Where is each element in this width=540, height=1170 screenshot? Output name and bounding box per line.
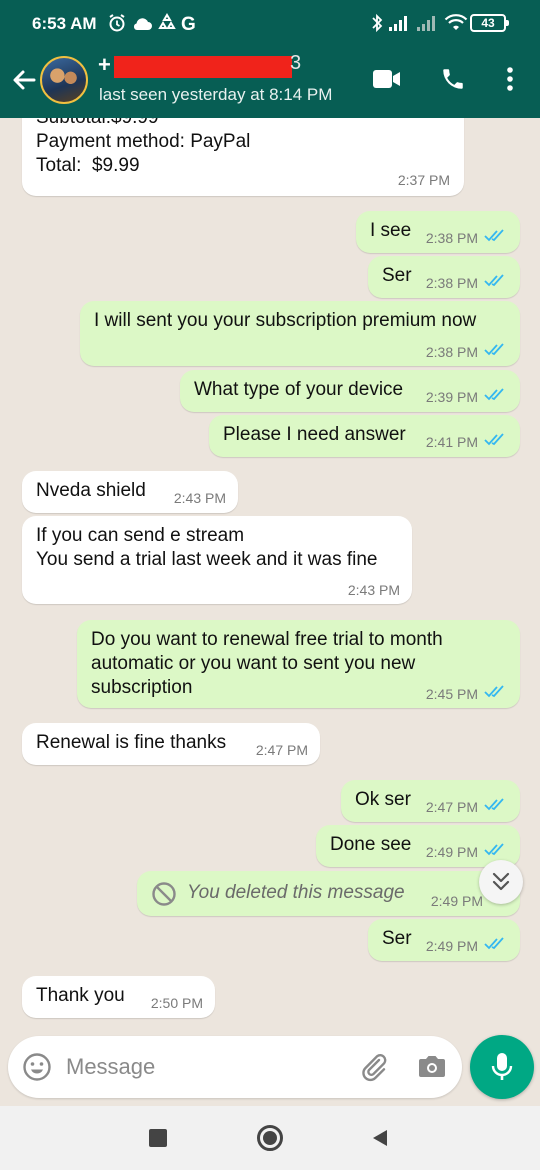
video-call-icon[interactable] — [372, 68, 402, 90]
message-text: I see — [370, 220, 412, 241]
message-time: 2:38 PM — [425, 344, 478, 360]
message-bubble[interactable]: What type of your device 2:39 PM — [180, 370, 520, 412]
message-text: Subtotal:$9.99 Payment method: PayPal To… — [36, 118, 251, 176]
read-receipt-icon — [484, 433, 504, 446]
read-receipt-icon — [484, 229, 504, 242]
read-receipt-icon — [484, 843, 504, 856]
message-time: 2:49 PM — [425, 844, 478, 860]
cloud-icon — [133, 18, 152, 30]
message-bubble[interactable]: Ser 2:49 PM — [368, 919, 520, 961]
contact-name-tail: 3 — [290, 52, 302, 74]
system-nav-bar — [0, 1106, 540, 1170]
google-icon: G — [181, 14, 196, 33]
app-bar: + 3 last seen yesterday at 8:14 PM — [0, 46, 540, 118]
message-text: Please I need answer — [223, 424, 406, 445]
read-receipt-icon — [484, 343, 504, 356]
message-text: Ok ser — [355, 789, 411, 810]
message-text: Done see — [330, 834, 412, 855]
mic-button[interactable] — [470, 1035, 534, 1099]
message-text: What type of your device — [194, 379, 404, 400]
message-time: 2:37 PM — [397, 172, 450, 188]
message-text: You deleted this message — [187, 882, 405, 903]
message-bubble[interactable]: Do you want to renewal free trial to mon… — [77, 620, 520, 708]
bluetooth-icon — [372, 13, 383, 33]
status-time: 6:53 AM — [32, 14, 97, 33]
nav-back-icon[interactable] — [371, 1128, 389, 1148]
signal-icon-2 — [417, 16, 435, 31]
message-text: I will sent you your subscription premiu… — [94, 310, 477, 331]
message-text: Nveda shield — [36, 480, 146, 501]
svg-text:G: G — [181, 14, 196, 33]
status-bar: 6:53 AM G 43 — [0, 0, 540, 46]
message-text: Ser — [382, 928, 412, 949]
message-composer — [8, 1036, 462, 1098]
message-bubble[interactable]: Nveda shield 2:43 PM — [22, 471, 238, 513]
message-time: 2:43 PM — [173, 490, 226, 506]
message-bubble[interactable]: I will sent you your subscription premiu… — [80, 301, 520, 366]
avatar[interactable] — [40, 56, 88, 104]
deleted-icon — [152, 882, 176, 906]
message-bubble[interactable]: Ok ser 2:47 PM — [341, 780, 520, 822]
wifi-icon — [444, 14, 468, 30]
message-text: If you can send e stream You send a tria… — [36, 525, 378, 570]
message-bubble[interactable]: Please I need answer 2:41 PM — [209, 415, 520, 457]
redacted-name-bar — [114, 56, 292, 78]
message-time: 2:47 PM — [255, 742, 308, 758]
emoji-icon[interactable] — [22, 1052, 52, 1082]
scroll-to-bottom-button[interactable] — [479, 860, 523, 904]
camera-icon[interactable] — [418, 1053, 446, 1079]
message-time: 2:49 PM — [425, 938, 478, 954]
paperclip-icon[interactable] — [358, 1051, 390, 1083]
read-receipt-icon — [484, 685, 504, 698]
message-bubble[interactable]: If you can send e stream You send a tria… — [22, 516, 412, 604]
message-text: Thank you — [36, 985, 125, 1006]
message-bubble[interactable]: You deleted this message 2:49 PM — [137, 871, 520, 916]
message-time: 2:38 PM — [425, 230, 478, 246]
message-time: 2:45 PM — [425, 686, 478, 702]
read-receipt-icon — [484, 937, 504, 950]
read-receipt-icon — [484, 388, 504, 401]
signal-icon-1 — [389, 16, 407, 31]
chat-area[interactable]: Subtotal:$9.99 Payment method: PayPal To… — [0, 118, 540, 1034]
last-seen-status: last seen yesterday at 8:14 PM — [99, 85, 333, 104]
message-bubble[interactable]: Done see 2:49 PM — [316, 825, 520, 867]
message-bubble[interactable]: Thank you 2:50 PM — [22, 976, 215, 1018]
message-time: 2:43 PM — [347, 582, 400, 598]
message-bubble[interactable]: Ser 2:38 PM — [368, 256, 520, 298]
contact-name[interactable]: + — [98, 52, 111, 80]
back-arrow-icon[interactable] — [10, 66, 38, 94]
alarm-icon — [109, 14, 125, 32]
more-vert-icon[interactable] — [500, 66, 520, 92]
message-time: 2:41 PM — [425, 434, 478, 450]
message-time: 2:39 PM — [425, 389, 478, 405]
double-chevron-down-icon — [492, 872, 510, 891]
message-text: Ser — [382, 265, 412, 286]
home-button[interactable] — [257, 1125, 283, 1151]
message-bubble[interactable]: Renewal is fine thanks 2:47 PM — [22, 723, 320, 765]
read-receipt-icon — [484, 274, 504, 287]
message-bubble[interactable]: Subtotal:$9.99 Payment method: PayPal To… — [22, 118, 464, 196]
read-receipt-icon — [484, 798, 504, 811]
mic-icon — [491, 1053, 513, 1080]
battery-indicator: 43 — [470, 14, 509, 32]
chat-header: 6:53 AM G 43 + 3 last seen yesterday at … — [0, 0, 540, 118]
message-text: Renewal is fine thanks — [36, 732, 227, 753]
message-text: Do you want to renewal free trial to mon… — [91, 629, 443, 698]
message-bubble[interactable]: I see 2:38 PM — [356, 211, 520, 253]
message-time: 2:49 PM — [430, 893, 483, 909]
sync-icon — [158, 13, 176, 29]
message-time: 2:47 PM — [425, 799, 478, 815]
phone-icon[interactable] — [440, 66, 466, 92]
recents-button[interactable] — [149, 1129, 167, 1147]
message-time: 2:50 PM — [150, 995, 203, 1011]
message-time: 2:38 PM — [425, 275, 478, 291]
message-input[interactable] — [66, 1050, 346, 1084]
